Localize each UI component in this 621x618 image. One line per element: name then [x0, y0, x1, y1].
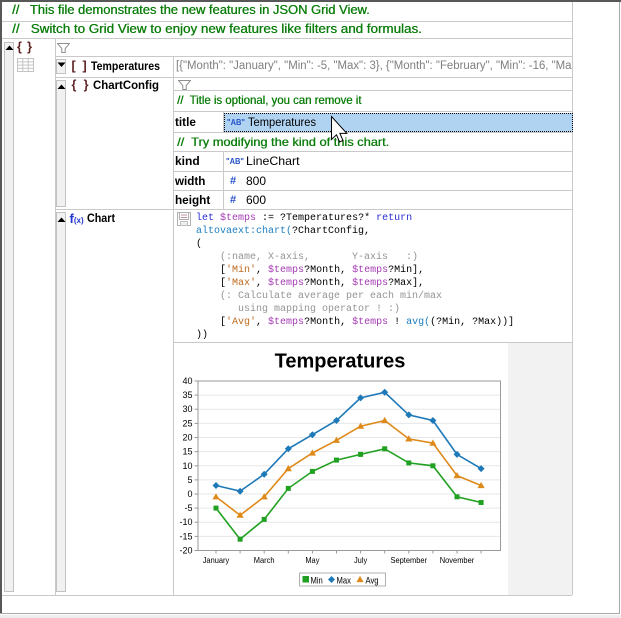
svg-text:May: May: [305, 556, 319, 566]
svg-text:10: 10: [182, 461, 192, 471]
svg-text:-5: -5: [184, 503, 192, 513]
svg-text:Min: Min: [311, 575, 324, 586]
svg-text:-15: -15: [179, 531, 192, 541]
svg-text:Avg: Avg: [366, 575, 379, 586]
svg-text:September: September: [391, 556, 428, 566]
svg-text:25: 25: [182, 418, 192, 428]
svg-text:20: 20: [182, 433, 192, 443]
svg-text:40: 40: [182, 376, 192, 386]
svg-text:5: 5: [187, 475, 192, 485]
svg-text:-10: -10: [179, 517, 192, 527]
svg-text:0: 0: [187, 489, 192, 499]
svg-text:-20: -20: [179, 546, 192, 556]
svg-text:January: January: [203, 556, 230, 566]
svg-text:November: November: [440, 556, 475, 566]
svg-text:15: 15: [182, 447, 192, 457]
svg-text:30: 30: [182, 404, 192, 414]
svg-text:July: July: [354, 556, 367, 566]
svg-text:35: 35: [182, 390, 192, 400]
svg-text:Temperatures: Temperatures: [275, 351, 406, 373]
svg-text:March: March: [254, 556, 275, 566]
svg-text:Max: Max: [337, 575, 352, 586]
